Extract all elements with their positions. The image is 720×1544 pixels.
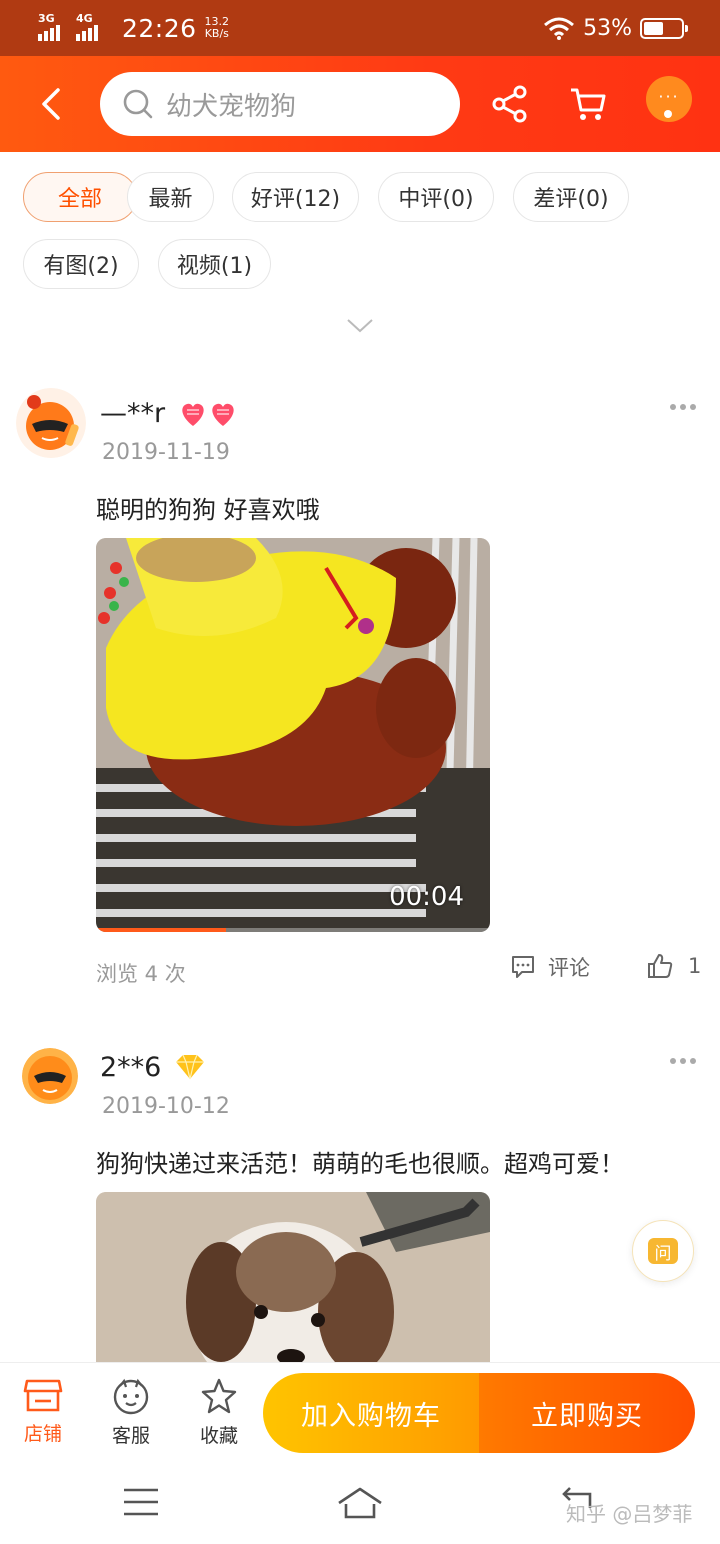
header: 幼犬宠物狗 ··· xyxy=(0,56,720,152)
filter-neutral[interactable]: 中评(0) xyxy=(378,172,494,222)
view-count: 浏览 4 次 xyxy=(96,962,186,986)
review-video[interactable]: 00:04 xyxy=(96,538,490,932)
avatar[interactable] xyxy=(22,1048,78,1104)
filter-positive[interactable]: 好评(12) xyxy=(232,172,359,222)
video-progress-bar xyxy=(96,928,490,932)
avatar[interactable] xyxy=(16,388,86,458)
signal-4g-icon: 4G xyxy=(76,12,108,41)
notification-dot xyxy=(664,110,672,118)
video-thumbnail xyxy=(96,538,490,932)
review-stats: 浏览 4 次 评论 1 xyxy=(0,952,720,992)
purchase-buttons: 加入购物车 立即购买 xyxy=(263,1373,695,1453)
net-speed: 13.2 KB/s xyxy=(205,16,230,40)
comment-button[interactable]: 评论 xyxy=(510,952,590,982)
filter-negative[interactable]: 差评(0) xyxy=(513,172,629,222)
network-type-2: 4G xyxy=(76,12,93,25)
review-more-icon[interactable] xyxy=(670,1058,696,1066)
customer-service-button[interactable]: 客服 xyxy=(101,1377,161,1448)
clock: 22:26 xyxy=(122,13,197,43)
review-date: 2019-10-12 xyxy=(102,1094,230,1119)
video-duration: 00:04 xyxy=(389,882,464,912)
review-text: 狗狗快递过来活范！萌萌的毛也很顺。超鸡可爱！ xyxy=(96,1150,624,1178)
home-icon[interactable] xyxy=(336,1486,384,1520)
signal-group: 3G 4G xyxy=(38,12,108,41)
battery-percent: 53% xyxy=(583,15,632,41)
network-type-1: 3G xyxy=(38,12,55,25)
like-button[interactable]: 1 xyxy=(646,952,701,980)
bottom-action-bar: 店铺 客服 收藏 加入购物车 立即购买 xyxy=(0,1362,720,1464)
dog-photo xyxy=(96,1192,490,1362)
favorite-button[interactable]: 收藏 xyxy=(189,1377,249,1448)
buy-now-button[interactable]: 立即购买 xyxy=(479,1373,695,1453)
watermark: 知乎 @吕梦菲 xyxy=(566,1502,693,1526)
net-speed-unit: KB/s xyxy=(204,27,229,40)
status-right: 53% xyxy=(543,15,688,41)
star-icon xyxy=(201,1378,237,1414)
cart-icon[interactable] xyxy=(568,84,608,124)
comment-label: 评论 xyxy=(548,956,590,980)
store-label: 店铺 xyxy=(23,1423,62,1445)
store-button[interactable]: 店铺 xyxy=(13,1377,73,1446)
review-photo[interactable] xyxy=(96,1192,490,1362)
status-bar: 3G 4G 22:26 13.2 KB/s 53% xyxy=(0,0,720,56)
video-progress-fill xyxy=(96,928,227,932)
service-label: 客服 xyxy=(111,1425,150,1447)
comment-icon xyxy=(512,956,534,978)
share-icon[interactable] xyxy=(490,84,530,124)
hearts-badge-icon xyxy=(182,403,234,426)
store-icon xyxy=(23,1379,63,1412)
filter-video[interactable]: 视频(1) xyxy=(158,239,271,289)
review-date: 2019-11-19 xyxy=(102,440,230,465)
add-to-cart-button[interactable]: 加入购物车 xyxy=(263,1373,479,1453)
diamond-badge-icon xyxy=(176,1054,204,1080)
back-button[interactable] xyxy=(36,86,70,122)
system-nav-bar: 知乎 @吕梦菲 xyxy=(0,1464,720,1544)
filter-latest[interactable]: 最新 xyxy=(127,172,214,222)
ask-icon: 问 xyxy=(648,1238,678,1264)
review-text: 聪明的狗狗 好喜欢哦 xyxy=(96,496,320,524)
battery-icon xyxy=(640,17,688,39)
like-count: 1 xyxy=(688,954,702,978)
signal-3g-icon: 3G xyxy=(38,12,70,41)
review-more-icon[interactable] xyxy=(670,404,696,412)
search-icon xyxy=(123,89,153,119)
filter-all[interactable]: 全部 xyxy=(23,172,137,222)
username: 2**6 xyxy=(100,1052,162,1083)
battery-fill xyxy=(644,21,664,35)
menu-icon[interactable] xyxy=(122,1486,160,1518)
expand-filters-chevron-icon[interactable] xyxy=(346,318,374,334)
search-input[interactable]: 幼犬宠物狗 xyxy=(100,72,460,136)
ask-question-button[interactable]: 问 xyxy=(632,1220,694,1282)
filter-with-photo[interactable]: 有图(2) xyxy=(23,239,139,289)
more-menu-label: ··· xyxy=(658,86,680,106)
wifi-icon xyxy=(544,17,575,40)
favorite-label: 收藏 xyxy=(199,1425,238,1447)
search-placeholder: 幼犬宠物狗 xyxy=(166,91,297,122)
thumbs-up-icon xyxy=(648,954,673,978)
username: —**r xyxy=(100,398,166,429)
customer-service-icon xyxy=(113,1378,149,1415)
